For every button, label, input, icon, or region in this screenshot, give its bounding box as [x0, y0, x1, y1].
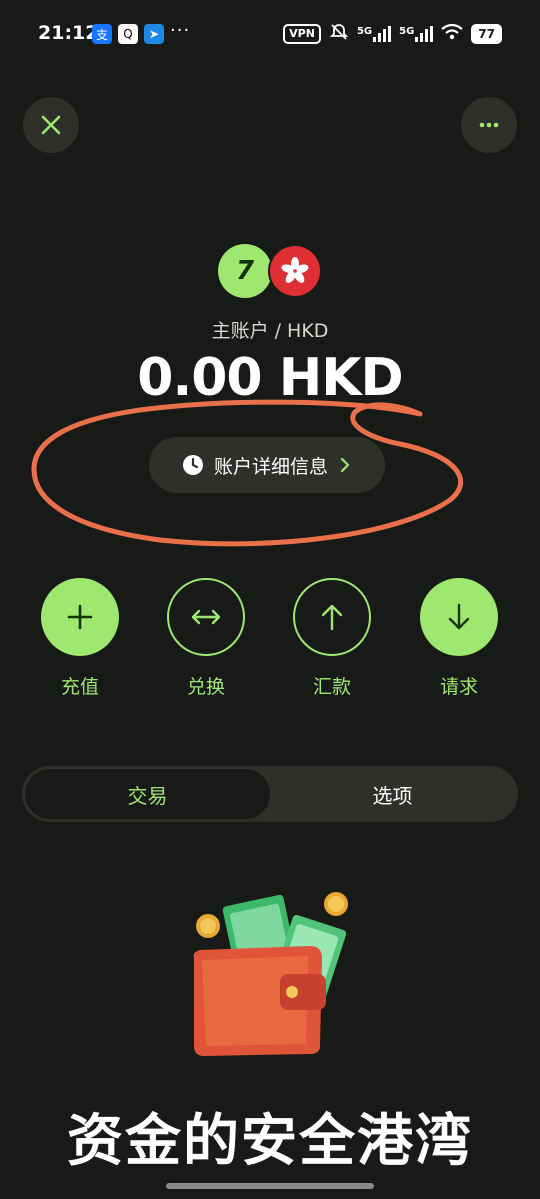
status-bar: 21:12 支 Q ➤ ··· VPN 5G 5G 77	[0, 0, 540, 70]
status-right: VPN 5G 5G 77	[283, 22, 502, 45]
convert-label: 兑换	[186, 676, 225, 698]
top-up-button[interactable]	[41, 578, 119, 656]
wise-logo: 7	[218, 244, 272, 298]
request-button[interactable]	[420, 578, 498, 656]
tab-switcher: 交易 选项	[22, 766, 518, 822]
tab-options[interactable]: 选项	[270, 769, 515, 819]
top-up-label: 充值	[60, 676, 99, 698]
balance-amount: 0.00 HKD	[137, 348, 403, 408]
signal-icon-2: 5G	[399, 25, 434, 42]
convert-button[interactable]	[167, 578, 245, 656]
send-button[interactable]	[293, 578, 371, 656]
vpn-badge: VPN	[283, 23, 321, 44]
send-action[interactable]: 汇款	[292, 578, 372, 699]
swap-arrows-icon	[191, 609, 221, 625]
hero-title: 资金的安全港湾	[67, 1109, 473, 1174]
tab-transactions[interactable]: 交易	[25, 769, 270, 819]
more-notifications-icon: ···	[170, 20, 191, 41]
wise-logo-glyph: 7	[235, 256, 255, 286]
home-indicator[interactable]	[166, 1183, 374, 1189]
network-type-label-2: 5G	[399, 25, 415, 37]
mute-icon	[329, 22, 349, 45]
arrow-up-icon	[321, 604, 343, 631]
arrow-down-icon	[448, 603, 470, 630]
clock-icon	[182, 455, 203, 475]
more-dots-icon	[479, 122, 499, 128]
plus-icon	[67, 604, 93, 630]
account-details-button[interactable]: 账户详细信息	[149, 437, 385, 493]
hk-flag-icon	[268, 244, 322, 298]
account-label: 主账户 / HKD	[211, 320, 329, 342]
app-notification-icon: ➤	[144, 24, 164, 44]
top-up-action[interactable]: 充值	[40, 578, 120, 699]
convert-action[interactable]: 兑换	[166, 578, 246, 699]
more-options-button[interactable]	[461, 97, 517, 153]
close-button[interactable]	[23, 97, 79, 153]
network-type-label: 5G	[356, 25, 373, 37]
request-label: 请求	[439, 676, 478, 698]
wifi-icon	[441, 23, 463, 43]
send-label: 汇款	[312, 676, 351, 698]
account-details-label: 账户详细信息	[213, 455, 328, 478]
alipay-icon: 支	[92, 24, 112, 44]
request-action[interactable]: 请求	[419, 578, 499, 699]
close-icon	[41, 115, 61, 135]
battery-indicator: 77	[471, 23, 502, 44]
qq-icon: Q	[118, 24, 138, 44]
signal-icon: 5G	[356, 25, 392, 42]
wallet-illustration	[193, 892, 348, 1056]
chevron-right-icon	[340, 457, 350, 473]
status-time: 21:12	[38, 22, 99, 44]
